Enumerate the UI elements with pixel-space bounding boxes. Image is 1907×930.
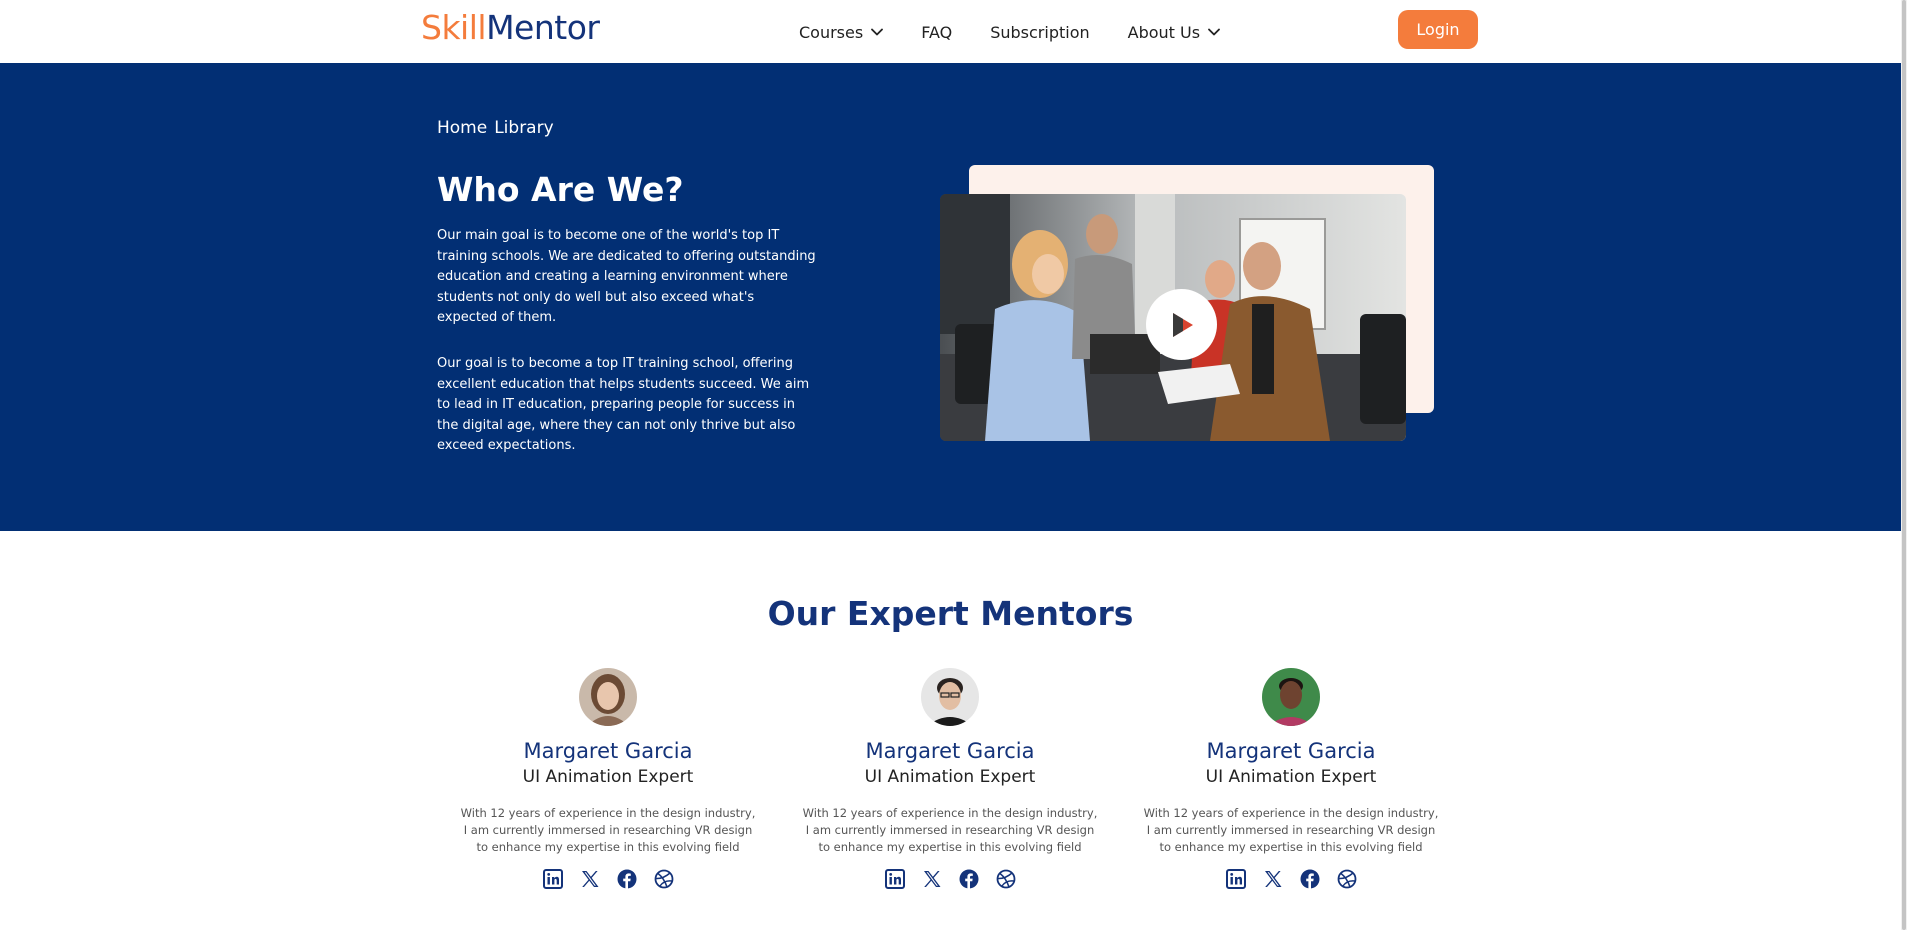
mentor-card: Margaret Garcia UI Animation Expert With…: [780, 668, 1120, 890]
nav-subscription-label: Subscription: [990, 22, 1090, 42]
social-links: [1121, 868, 1461, 890]
scrollbar-thumb[interactable]: [1902, 0, 1906, 930]
nav-faq[interactable]: FAQ: [921, 23, 952, 42]
breadcrumb-home[interactable]: Home: [437, 118, 487, 138]
facebook-icon[interactable]: [616, 868, 638, 890]
avatar: [921, 668, 979, 726]
x-icon[interactable]: [579, 868, 601, 890]
nav-about-us[interactable]: About Us: [1128, 23, 1220, 42]
nav-subscription[interactable]: Subscription: [990, 23, 1089, 42]
dribbble-icon[interactable]: [1336, 868, 1358, 890]
linkedin-icon[interactable]: [542, 868, 564, 890]
facebook-icon[interactable]: [1299, 868, 1321, 890]
logo-part-skill: Skill: [421, 8, 487, 47]
dribbble-icon[interactable]: [995, 868, 1017, 890]
section-title: Our Expert Mentors: [767, 594, 1134, 633]
login-button[interactable]: Login: [1398, 10, 1478, 49]
mentor-bio: With 12 years of experience in the desig…: [1143, 806, 1439, 854]
x-icon[interactable]: [921, 868, 943, 890]
mentor-name: Margaret Garcia: [1206, 739, 1376, 763]
play-icon: [1172, 312, 1193, 337]
nav-about-us-label: About Us: [1127, 22, 1201, 42]
avatar: [1262, 668, 1320, 726]
social-links: [780, 868, 1120, 890]
hero-section: Home Library Who Are We? Our main goal i…: [0, 63, 1901, 531]
play-button[interactable]: [1146, 289, 1217, 360]
nav-courses[interactable]: Courses: [799, 22, 884, 42]
mentor-name: Margaret Garcia: [523, 739, 693, 763]
nav-courses-label: Courses: [799, 22, 864, 42]
chevron-down-icon: [1208, 28, 1220, 36]
page-title: Who Are We?: [437, 170, 684, 209]
page: SkillMentor Courses FAQ Subscription Abo…: [0, 0, 1907, 930]
hero-paragraph-2: Our goal is to become a top IT training …: [437, 356, 810, 453]
mentor-card: Margaret Garcia UI Animation Expert With…: [1121, 668, 1461, 890]
hero-paragraph-1: Our main goal is to become one of the wo…: [437, 228, 816, 325]
mentor-role: UI Animation Expert: [1205, 767, 1377, 787]
mentor-role: UI Animation Expert: [864, 767, 1036, 787]
mentor-name: Margaret Garcia: [865, 739, 1035, 763]
main-nav: Courses FAQ Subscription About Us: [799, 22, 1258, 42]
chevron-down-icon: [871, 28, 884, 36]
dribbble-icon[interactable]: [653, 868, 675, 890]
site-header: SkillMentor Courses FAQ Subscription Abo…: [0, 0, 1901, 63]
breadcrumb-library[interactable]: Library: [494, 118, 553, 138]
mentor-bio: With 12 years of experience in the desig…: [460, 806, 756, 854]
nav-faq-label: FAQ: [921, 22, 953, 42]
mentor-bio: With 12 years of experience in the desig…: [802, 806, 1098, 854]
vertical-scrollbar[interactable]: [1901, 0, 1907, 930]
logo[interactable]: SkillMentor: [421, 8, 600, 47]
logo-part-mentor: Mentor: [486, 8, 600, 47]
mentor-card: Margaret Garcia UI Animation Expert With…: [438, 668, 778, 890]
linkedin-icon[interactable]: [1225, 868, 1247, 890]
social-links: [438, 868, 778, 890]
breadcrumb: Home Library: [437, 118, 554, 138]
mentor-role: UI Animation Expert: [522, 767, 694, 787]
facebook-icon[interactable]: [958, 868, 980, 890]
linkedin-icon[interactable]: [884, 868, 906, 890]
avatar: [579, 668, 637, 726]
x-icon[interactable]: [1262, 868, 1284, 890]
